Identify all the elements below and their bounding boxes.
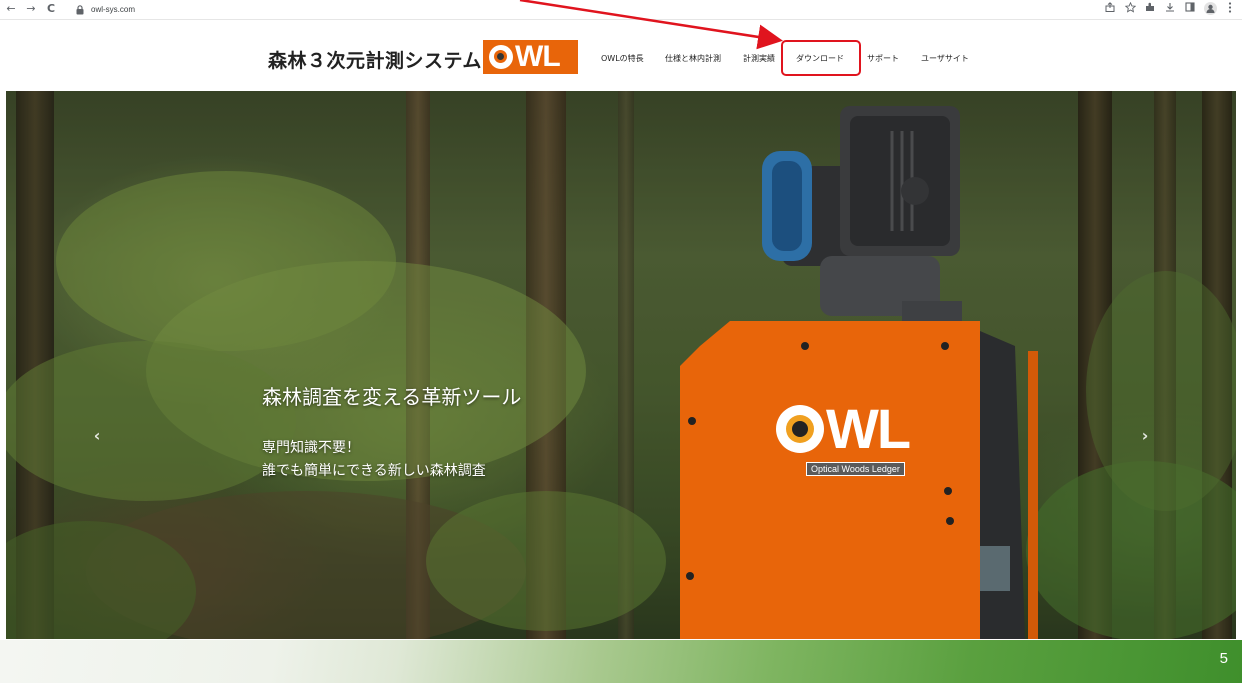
owl-device-image xyxy=(680,106,1038,639)
nav-item-features[interactable]: OWLの特長 xyxy=(601,53,644,64)
owl-logo[interactable]: WL xyxy=(483,40,578,74)
slider-prev-button[interactable]: ‹ xyxy=(88,424,106,448)
forward-arrow-icon: → xyxy=(26,2,36,15)
slide-page-number: 5 xyxy=(1219,650,1228,667)
owl-eye-icon xyxy=(776,405,824,453)
address-bar[interactable]: owl-sys.com xyxy=(76,2,1076,17)
owl-eye-icon xyxy=(489,45,513,69)
slide-root: ← → C owl-sys.com 森林３次元計測システム WL OWLの特長 … xyxy=(0,0,1242,683)
reload-button[interactable]: C xyxy=(44,2,58,16)
forward-button[interactable]: → xyxy=(24,2,38,16)
share-icon[interactable] xyxy=(1104,2,1116,16)
hero-heading: 森林調査を変える革新ツール xyxy=(262,385,522,409)
reload-icon: C xyxy=(46,2,56,15)
slider-next-button[interactable]: › xyxy=(1136,424,1154,448)
hero-slider: WL Optical Woods Ledger 森林調査を変える革新ツール 専門… xyxy=(6,91,1236,639)
device-logo-text: WL xyxy=(826,397,911,460)
back-button[interactable]: ← xyxy=(4,2,18,16)
chevron-right-icon: › xyxy=(1141,426,1149,445)
site-header: 森林３次元計測システム WL OWLの特長 仕様と林内計測 計測実績 ダウンロー… xyxy=(0,20,1242,90)
nav-item-user-site[interactable]: ユーザサイト xyxy=(921,53,969,64)
hero-subtext-line: 誰でも簡単にできる新しい森林調査 xyxy=(262,463,486,479)
more-menu-icon[interactable] xyxy=(1224,2,1236,16)
back-arrow-icon: ← xyxy=(6,2,16,15)
side-panel-icon[interactable] xyxy=(1184,2,1196,16)
download-icon[interactable] xyxy=(1164,2,1176,16)
browser-toolbar: ← → C owl-sys.com xyxy=(0,0,1242,20)
chevron-left-icon: ‹ xyxy=(93,426,101,445)
nav-item-results[interactable]: 計測実績 xyxy=(743,53,775,64)
bookmark-star-icon[interactable] xyxy=(1124,1,1136,16)
download-highlight-box xyxy=(781,40,861,76)
site-title[interactable]: 森林３次元計測システム xyxy=(268,46,482,73)
person-icon xyxy=(1204,2,1217,15)
lock-icon xyxy=(76,4,85,15)
nav-item-specs[interactable]: 仕様と林内計測 xyxy=(665,53,721,64)
slide-footer-band: 5 xyxy=(0,640,1242,683)
extensions-icon[interactable] xyxy=(1144,2,1156,16)
nav-item-support[interactable]: サポート xyxy=(867,53,899,64)
browser-actions xyxy=(1104,1,1236,16)
device-caption: Optical Woods Ledger xyxy=(806,462,905,476)
profile-avatar[interactable] xyxy=(1204,2,1217,16)
hero-subtext-line: 専門知識不要！ xyxy=(262,440,360,456)
logo-text: WL xyxy=(515,40,561,73)
url-text: owl-sys.com xyxy=(91,5,136,14)
device-logo: WL Optical Woods Ledger xyxy=(776,401,946,476)
hero-subtext: 専門知識不要！ 誰でも簡単にできる新しい森林調査 xyxy=(262,437,486,483)
